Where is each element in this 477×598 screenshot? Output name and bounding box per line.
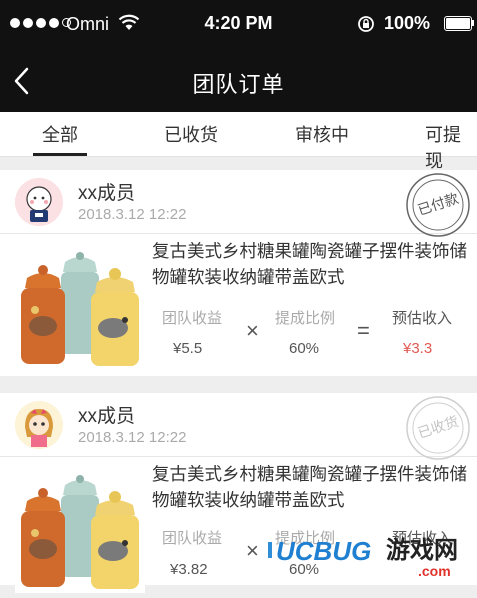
team-income-value: ¥5.5 bbox=[173, 340, 203, 357]
product-title[interactable]: 复古美式乡村糖果罐陶瓷罐子摆件装饰储物罐软装收纳罐带盖欧式 bbox=[152, 461, 470, 513]
watermark-domain: .com bbox=[418, 563, 451, 579]
order-time: 2018.3.12 12:22 bbox=[78, 429, 187, 446]
product-title[interactable]: 复古美式乡村糖果罐陶瓷罐子摆件装饰储物罐软装收纳罐带盖欧式 bbox=[152, 238, 470, 290]
paid-stamp: 已付款 bbox=[405, 172, 471, 238]
commission-ratio-label: 提成比例 bbox=[275, 310, 336, 327]
multiply-icon: × bbox=[246, 318, 259, 343]
member-row: xx成员 2018.3.12 12:22 已付款 bbox=[0, 170, 477, 237]
team-income-label: 团队收益 bbox=[162, 310, 223, 327]
member-name: xx成员 bbox=[78, 183, 136, 204]
avatar bbox=[15, 178, 63, 226]
team-income-value: ¥3.82 bbox=[170, 561, 208, 578]
order-time: 2018.3.12 12:22 bbox=[78, 206, 187, 223]
status-bar: Omni 4:20 PM 100% bbox=[0, 0, 477, 50]
estimated-income-value: ¥3.3 bbox=[403, 340, 433, 357]
watermark-brand: UCBUG bbox=[276, 536, 371, 566]
nav-bar: 团队订单 bbox=[0, 50, 477, 112]
member-row: xx成员 2018.3.12 12:22 已收货 bbox=[0, 393, 477, 460]
received-stamp: 已收货 bbox=[405, 395, 471, 461]
product-image[interactable] bbox=[15, 240, 145, 370]
tab-received[interactable]: 已收货 bbox=[164, 121, 218, 147]
active-tab-indicator bbox=[33, 153, 87, 156]
tab-reviewing[interactable]: 审核中 bbox=[295, 121, 349, 147]
team-income-label: 团队收益 bbox=[162, 530, 223, 547]
tab-bar: 全部 已收货 审核中 可提现 bbox=[0, 112, 477, 171]
tab-withdrawable[interactable]: 可提现 bbox=[425, 121, 477, 173]
battery-percent: 100% bbox=[384, 13, 431, 33]
member-name: xx成员 bbox=[78, 406, 136, 427]
battery-icon bbox=[444, 16, 472, 31]
tab-all[interactable]: 全部 bbox=[42, 121, 78, 147]
product-image[interactable] bbox=[15, 463, 145, 593]
order-card[interactable]: xx成员 2018.3.12 12:22 已付款 复古美式乡村糖果罐陶瓷罐子摆件… bbox=[0, 170, 477, 376]
equals-icon: = bbox=[357, 318, 370, 343]
rotation-lock-icon bbox=[358, 16, 374, 32]
site-watermark: UCBUG 游戏网 .com bbox=[258, 520, 473, 580]
page-title: 团队订单 bbox=[192, 72, 285, 97]
multiply-icon: × bbox=[246, 538, 259, 563]
estimated-income-label: 预估收入 bbox=[392, 310, 453, 327]
watermark-text: 游戏网 bbox=[386, 536, 458, 564]
commission-ratio-value: 60% bbox=[289, 340, 320, 357]
avatar bbox=[15, 401, 63, 449]
